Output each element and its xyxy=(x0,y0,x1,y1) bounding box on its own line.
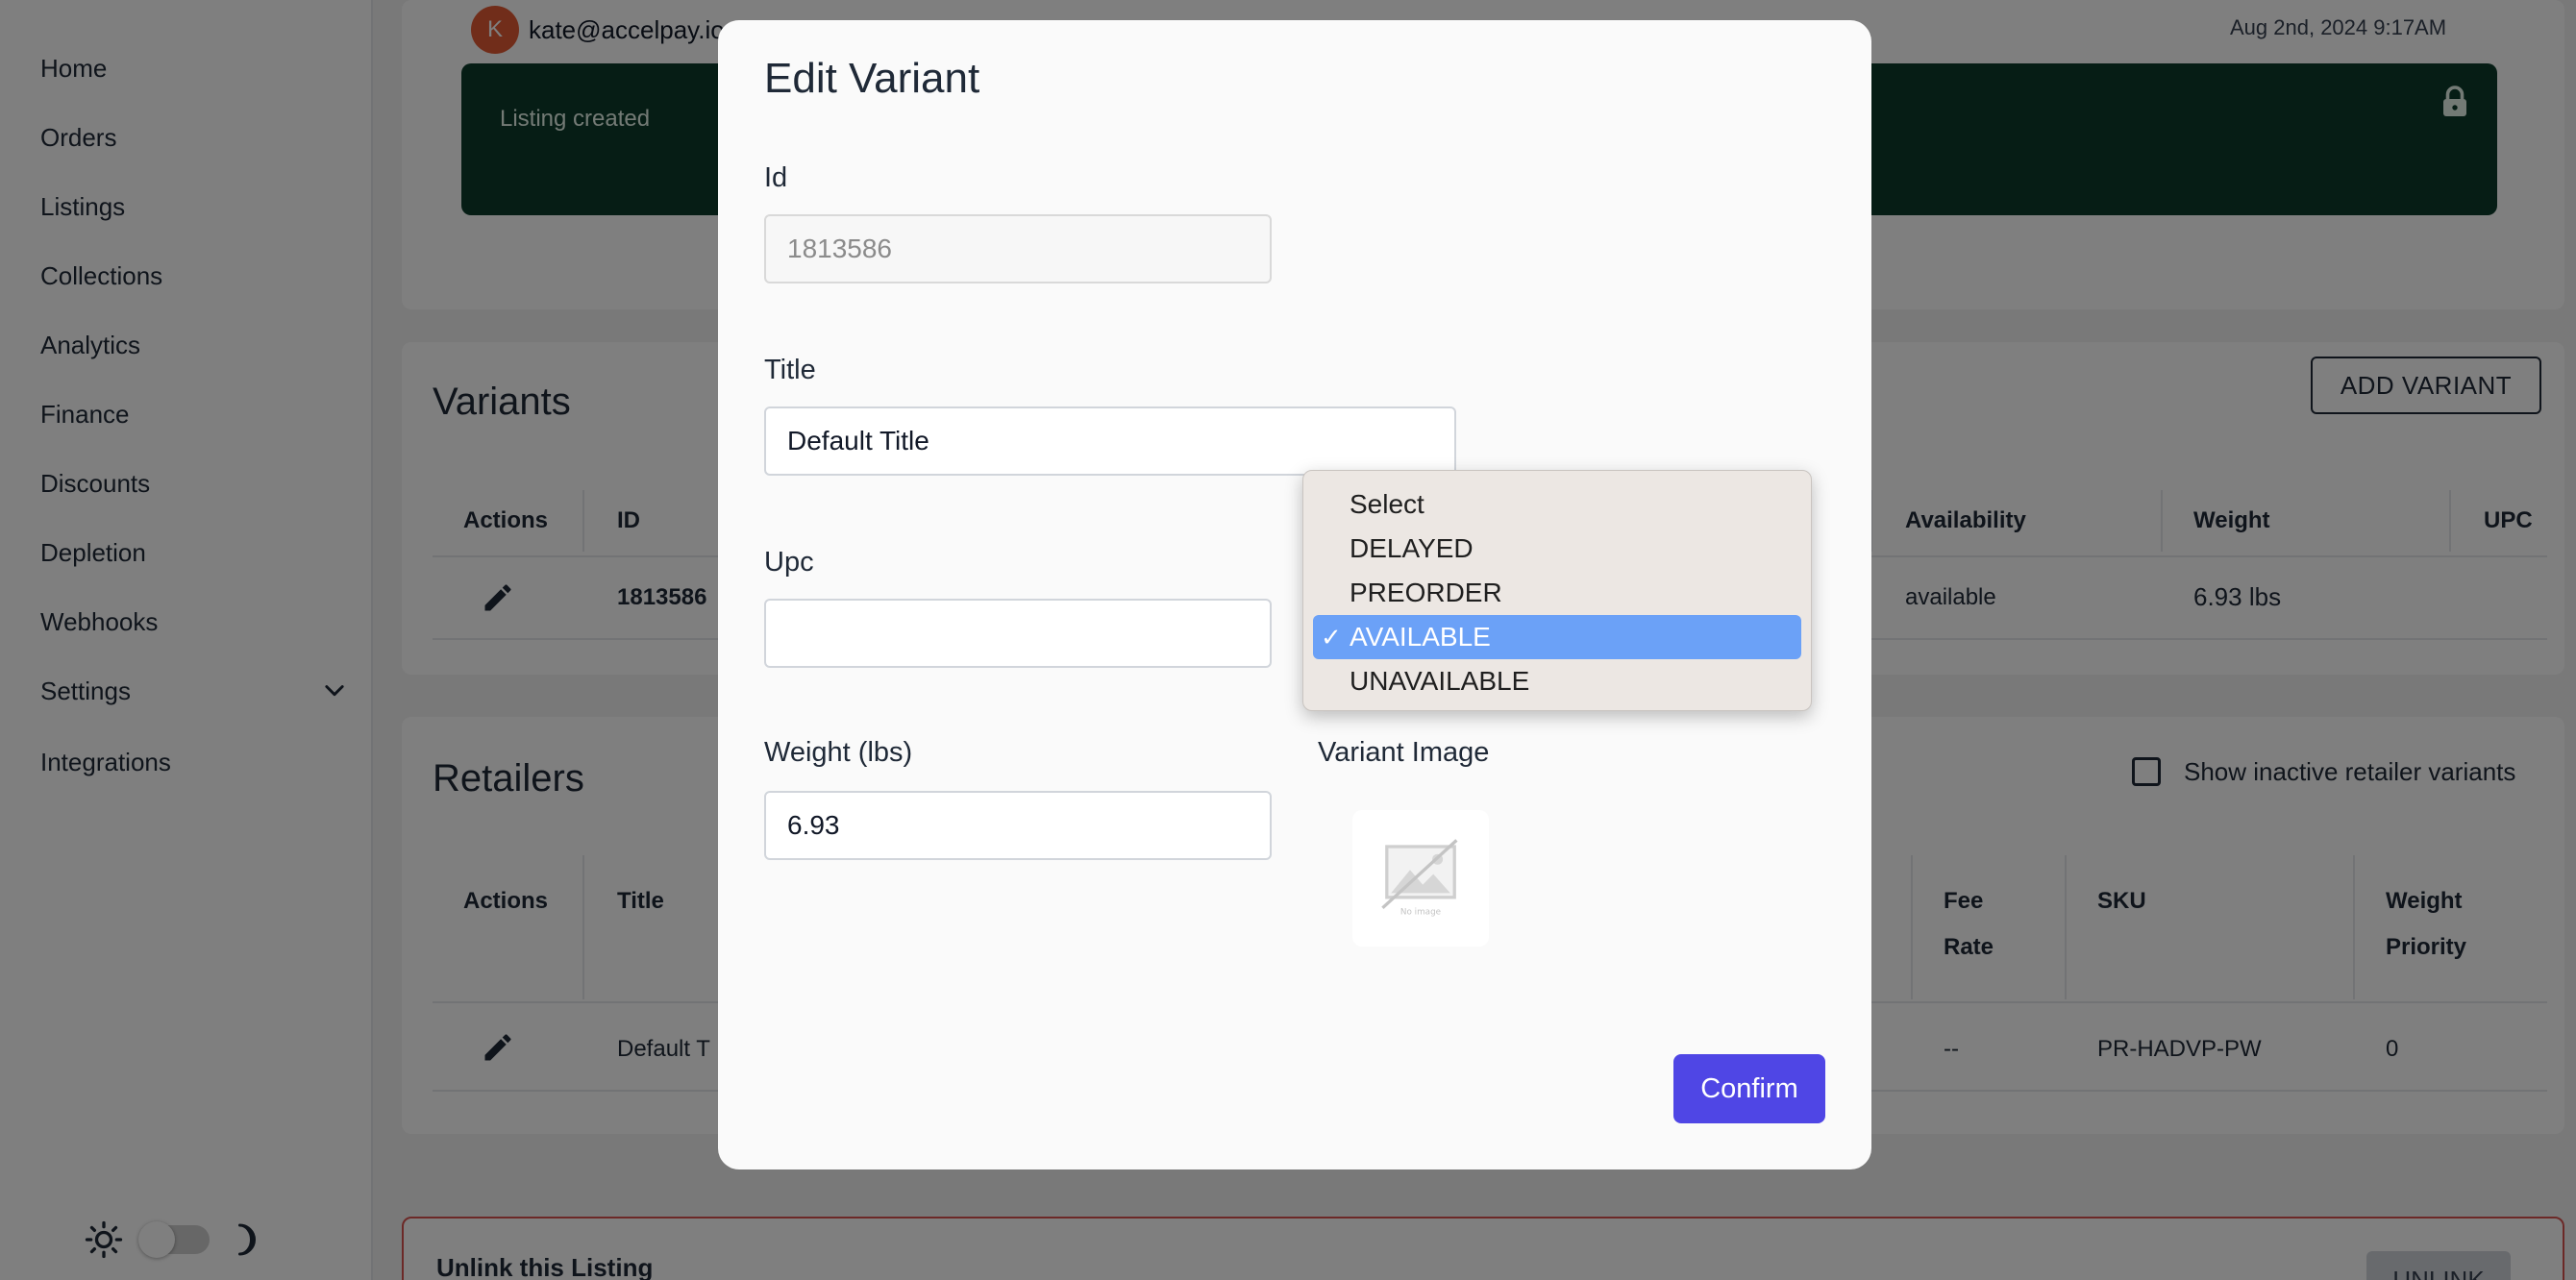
upc-field[interactable] xyxy=(764,599,1272,668)
availability-dropdown: Select DELAYED PREORDER ✓ AVAILABLE UNAV… xyxy=(1302,470,1812,711)
upc-label: Upc xyxy=(764,547,814,578)
option-preorder[interactable]: PREORDER xyxy=(1313,571,1801,615)
option-select[interactable]: Select xyxy=(1313,482,1801,527)
no-image-text: No image xyxy=(1400,907,1441,917)
id-label: Id xyxy=(764,162,788,193)
modal-title: Edit Variant xyxy=(764,55,980,102)
confirm-button[interactable]: Confirm xyxy=(1673,1054,1825,1123)
option-available-label: AVAILABLE xyxy=(1350,622,1491,652)
option-available[interactable]: ✓ AVAILABLE xyxy=(1313,615,1801,659)
checkmark-icon: ✓ xyxy=(1321,622,1342,652)
no-image-icon: No image xyxy=(1381,839,1458,917)
variant-image-label: Variant Image xyxy=(1318,737,1490,768)
option-unavailable[interactable]: UNAVAILABLE xyxy=(1313,659,1801,703)
weight-label: Weight (lbs) xyxy=(764,737,913,768)
variant-image-placeholder[interactable]: No image xyxy=(1352,810,1489,947)
title-label: Title xyxy=(764,355,816,385)
option-delayed[interactable]: DELAYED xyxy=(1313,527,1801,571)
id-field: 1813586 xyxy=(764,214,1272,283)
title-field[interactable]: Default Title xyxy=(764,406,1456,476)
weight-field[interactable]: 6.93 xyxy=(764,791,1272,860)
